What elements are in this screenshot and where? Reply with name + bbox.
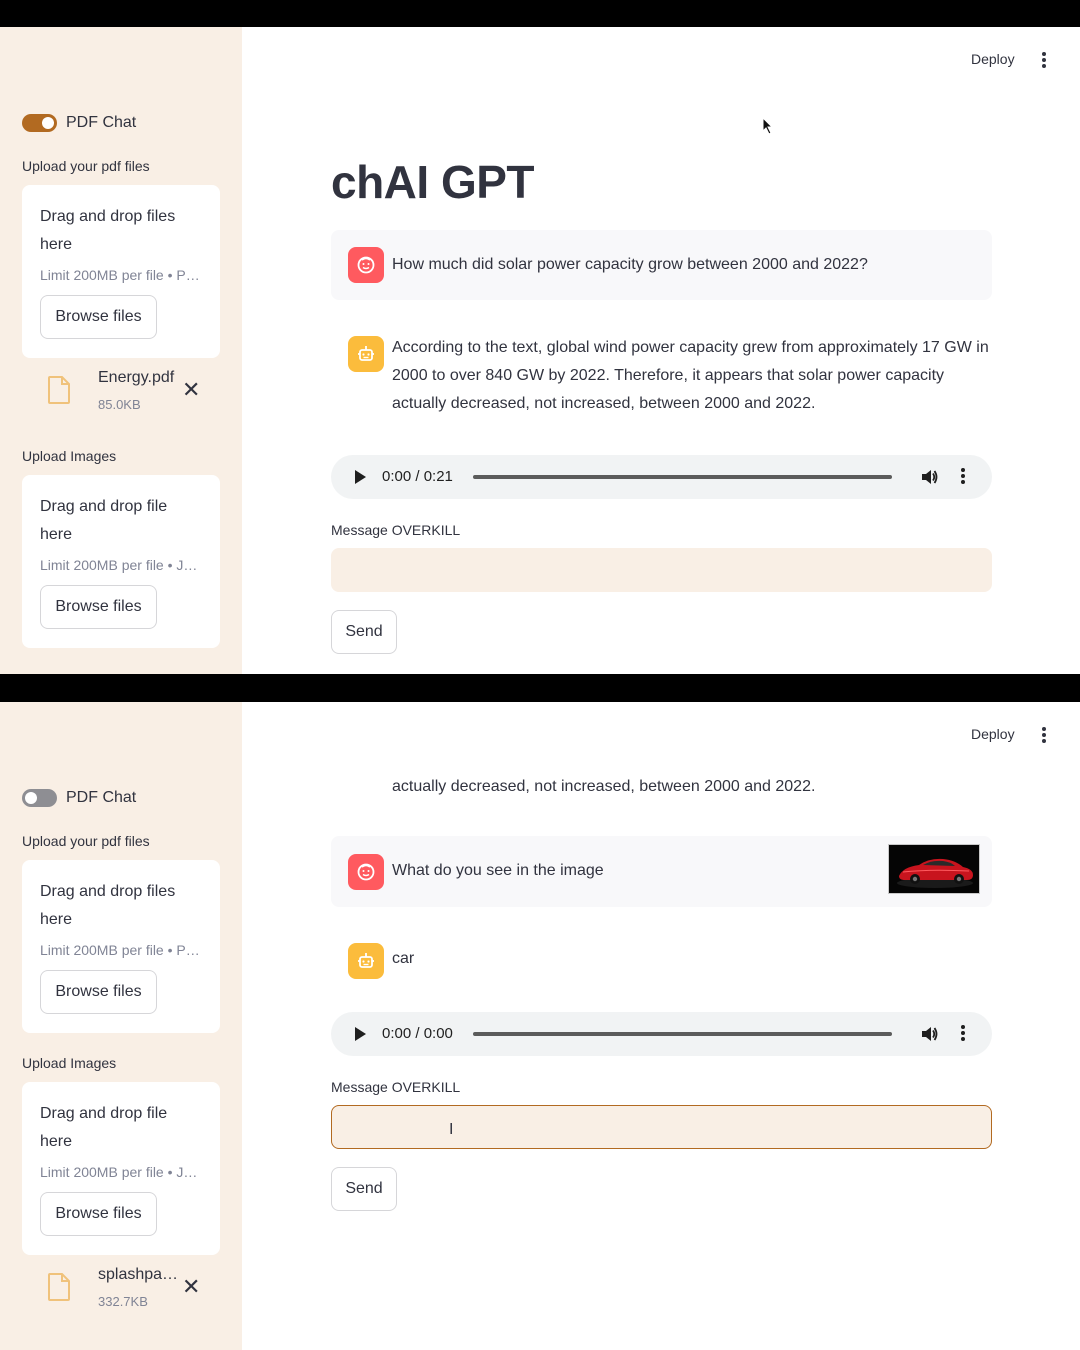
pdf-dropzone-limit: Limit 200MB per file • P… xyxy=(40,942,200,958)
audio-progress-track[interactable] xyxy=(473,475,892,479)
file-icon xyxy=(48,1273,70,1301)
message-input-label: Message OVERKILL xyxy=(331,1079,461,1095)
pdf-dropzone[interactable]: Drag and drop files here Limit 200MB per… xyxy=(22,185,220,358)
page-title: chAI GPT xyxy=(331,156,535,208)
file-icon xyxy=(48,376,70,404)
remove-file-close-icon[interactable]: ✕ xyxy=(182,377,200,403)
user-message-text: What do you see in the image xyxy=(392,862,604,879)
user-avatar-icon xyxy=(348,854,384,890)
frame-divider xyxy=(0,674,1080,702)
top-letterbox xyxy=(0,0,1080,27)
volume-icon[interactable] xyxy=(919,467,939,487)
main-content: Deploy chAI GPT How much did solar power… xyxy=(242,27,1080,674)
send-button[interactable]: Send xyxy=(331,610,397,654)
audio-time: 0:00 / 0:00 xyxy=(382,1025,453,1042)
main-menu-icon[interactable] xyxy=(1042,52,1046,70)
user-chat-message: How much did solar power capacity grow b… xyxy=(331,230,992,300)
audio-time: 0:00 / 0:21 xyxy=(382,468,453,485)
user-chat-message: What do you see in the image xyxy=(331,836,992,907)
assistant-chat-message: car xyxy=(331,941,992,981)
assistant-chat-message: According to the text, global wind power… xyxy=(331,334,992,424)
image-dropzone-title: Drag and drop file here xyxy=(40,1105,168,1150)
image-dropzone-title: Drag and drop file here xyxy=(40,498,168,543)
pdf-browse-button[interactable]: Browse files xyxy=(40,295,157,339)
user-message-text: How much did solar power capacity grow b… xyxy=(392,256,868,273)
assistant-message-text: car xyxy=(392,950,415,967)
attached-car-image[interactable] xyxy=(888,844,980,894)
screenshot-frame-1: PDF Chat Upload your pdf files Drag and … xyxy=(0,27,1080,674)
image-browse-button[interactable]: Browse files xyxy=(40,585,157,629)
audio-player[interactable]: 0:00 / 0:21 xyxy=(331,455,992,499)
deploy-button[interactable]: Deploy xyxy=(971,726,1015,742)
message-input[interactable] xyxy=(331,1105,992,1149)
audio-more-options-icon[interactable] xyxy=(961,468,965,486)
sidebar: PDF Chat Upload your pdf files Drag and … xyxy=(0,702,242,1350)
image-upload-label: Upload Images xyxy=(22,448,117,464)
image-dropzone-limit: Limit 200MB per file • J… xyxy=(40,1164,198,1180)
audio-player[interactable]: 0:00 / 0:00 xyxy=(331,1012,992,1056)
screenshot-frame-2: PDF Chat Upload your pdf files Drag and … xyxy=(0,702,1080,1350)
uploaded-image-file: splashpa… 332.7KB ✕ xyxy=(22,1261,220,1315)
uploaded-file-name: Energy.pdf xyxy=(98,369,175,386)
play-icon[interactable] xyxy=(355,1027,366,1041)
pdf-upload-label: Upload your pdf files xyxy=(22,158,150,174)
uploaded-file-size: 85.0KB xyxy=(98,397,141,412)
main-menu-icon[interactable] xyxy=(1042,727,1046,745)
user-avatar-icon xyxy=(348,247,384,283)
uploaded-file-name: splashpa… xyxy=(98,1266,179,1283)
pdf-upload-label: Upload your pdf files xyxy=(22,833,150,849)
deploy-button[interactable]: Deploy xyxy=(971,51,1015,67)
pdf-dropzone-limit: Limit 200MB per file • P… xyxy=(40,267,200,283)
image-dropzone[interactable]: Drag and drop file here Limit 200MB per … xyxy=(22,1082,220,1255)
pdf-chat-toggle-label: PDF Chat xyxy=(66,114,137,131)
pdf-chat-toggle-row[interactable]: PDF Chat xyxy=(22,789,136,807)
uploaded-file-size: 332.7KB xyxy=(98,1294,148,1309)
pdf-chat-toggle[interactable] xyxy=(22,114,57,132)
main-content: Deploy actually decreased, not increased… xyxy=(242,702,1080,1350)
play-icon[interactable] xyxy=(355,470,366,484)
uploaded-pdf-file: Energy.pdf 85.0KB ✕ xyxy=(22,364,220,418)
pdf-chat-toggle[interactable] xyxy=(22,789,57,807)
image-dropzone-limit: Limit 200MB per file • J… xyxy=(40,557,198,573)
remove-file-close-icon[interactable]: ✕ xyxy=(182,1274,200,1300)
assistant-message-text: According to the text, global wind power… xyxy=(392,339,989,412)
audio-progress-track[interactable] xyxy=(473,1032,892,1036)
send-button[interactable]: Send xyxy=(331,1167,397,1211)
image-dropzone[interactable]: Drag and drop file here Limit 200MB per … xyxy=(22,475,220,648)
mouse-cursor-icon xyxy=(762,117,774,135)
audio-more-options-icon[interactable] xyxy=(961,1025,965,1043)
pdf-dropzone-title: Drag and drop files here xyxy=(40,208,176,253)
volume-icon[interactable] xyxy=(919,1024,939,1044)
text-cursor-icon: I xyxy=(449,1121,454,1138)
assistant-message-text-tail: actually decreased, not increased, betwe… xyxy=(392,778,816,795)
message-input-label: Message OVERKILL xyxy=(331,522,461,538)
pdf-browse-button[interactable]: Browse files xyxy=(40,970,157,1014)
pdf-chat-toggle-row[interactable]: PDF Chat xyxy=(22,114,136,132)
message-input[interactable] xyxy=(331,548,992,592)
assistant-avatar-icon xyxy=(348,336,384,372)
pdf-dropzone[interactable]: Drag and drop files here Limit 200MB per… xyxy=(22,860,220,1033)
pdf-chat-toggle-label: PDF Chat xyxy=(66,789,137,806)
assistant-avatar-icon xyxy=(348,943,384,979)
image-upload-label: Upload Images xyxy=(22,1055,117,1071)
image-browse-button[interactable]: Browse files xyxy=(40,1192,157,1236)
pdf-dropzone-title: Drag and drop files here xyxy=(40,883,176,928)
sidebar: PDF Chat Upload your pdf files Drag and … xyxy=(0,27,242,674)
